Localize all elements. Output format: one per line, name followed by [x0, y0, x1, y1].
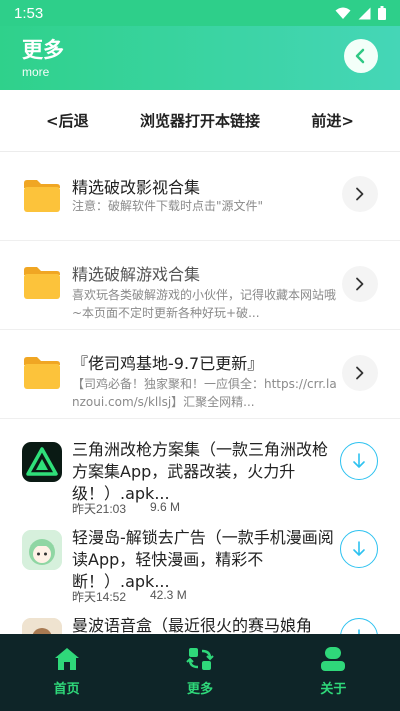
page-header: 更多 more [0, 26, 400, 90]
list-item[interactable]: 『佬司鸡基地-9.7已更新』 【司鸡必备！独家聚和！一应俱全：https://c… [0, 330, 400, 419]
file-item[interactable]: 曼波语音盒（最近很火的赛马娘角 [0, 614, 400, 634]
folder-icon [24, 357, 60, 389]
character-icon [22, 618, 62, 634]
chevron-right-icon [356, 277, 364, 291]
list-item-desc: 喜欢玩各类破解游戏的小伙伴，记得收藏本网站哦~本页面不定时更新各种好玩+破... [72, 288, 337, 320]
app-icon [22, 530, 62, 570]
back-button[interactable] [344, 39, 378, 73]
open-in-browser-button[interactable]: 浏览器打开本链接 [140, 110, 260, 131]
battery-icon [378, 6, 386, 20]
app-icon [22, 442, 62, 482]
list-item[interactable]: 精选破改影视合集 注意：破解软件下载时点击"源文件" [0, 152, 400, 241]
page-subtitle: more [22, 65, 50, 79]
nav-about-label: 关于 [320, 682, 347, 697]
file-name: 三角洲改枪方案集（一款三角洲改枪方案集App，武器改装，火力升级！）.apk..… [72, 440, 329, 503]
app-icon [22, 618, 62, 634]
file-time: 昨天21:03 [72, 502, 127, 516]
nav-home-label: 首页 [53, 682, 80, 697]
forward-link-button[interactable]: 前进> [311, 110, 354, 131]
nav-more-label: 更多 [186, 682, 213, 697]
home-icon [54, 648, 79, 670]
folder-icon [24, 180, 60, 212]
list-item-title: 精选破改影视合集 [72, 178, 201, 197]
file-item[interactable]: 轻漫岛-解锁去广告（一款手机漫画阅读App，轻快漫画，精彩不断！）.apk...… [0, 518, 400, 614]
list-item-desc: 【司鸡必备！独家聚和！一应俱全：https://crr.lanzoui.com/… [72, 377, 337, 409]
file-time: 昨天14:52 [72, 590, 127, 604]
anime-girl-icon [22, 530, 62, 570]
download-icon [353, 541, 365, 556]
status-icons [335, 6, 386, 20]
wifi-icon [335, 7, 351, 19]
chevron-right-icon [356, 366, 364, 380]
download-icon [353, 453, 365, 468]
nav-more[interactable]: 更多 [133, 634, 266, 711]
bottom-nav: 首页 更多 关于 [0, 634, 400, 711]
download-button[interactable] [340, 530, 378, 568]
open-link-button[interactable] [342, 176, 378, 212]
open-link-button[interactable] [342, 355, 378, 391]
file-name: 轻漫岛-解锁去广告（一款手机漫画阅读App，轻快漫画，精彩不断！）.apk... [72, 528, 334, 591]
status-time: 1:53 [14, 4, 44, 22]
file-name: 曼波语音盒（最近很火的赛马娘角 [72, 616, 313, 634]
download-button[interactable] [340, 442, 378, 480]
list-item-title: 『佬司鸡基地-9.7已更新』 [72, 354, 264, 373]
triangle-logo-icon [22, 442, 62, 482]
back-link-button[interactable]: <后退 [46, 110, 89, 131]
nav-home[interactable]: 首页 [0, 634, 133, 711]
list-item[interactable]: 精选破解游戏合集 喜欢玩各类破解游戏的小伙伴，记得收藏本网站哦~本页面不定时更新… [0, 241, 400, 330]
download-button[interactable] [340, 618, 378, 634]
open-link-button[interactable] [342, 266, 378, 302]
nav-about[interactable]: 关于 [267, 634, 400, 711]
file-size: 9.6 M [150, 500, 181, 514]
chevron-left-icon [355, 48, 365, 64]
file-size: 42.3 M [150, 588, 187, 602]
refresh-apps-icon [186, 648, 214, 670]
signal-icon [358, 7, 371, 19]
chevron-right-icon [356, 187, 364, 201]
page-title: 更多 [22, 38, 64, 62]
folder-icon [24, 267, 60, 299]
list-item-desc: 注意：破解软件下载时点击"源文件" [72, 199, 264, 213]
file-item[interactable]: 三角洲改枪方案集（一款三角洲改枪方案集App，武器改装，火力升级！）.apk..… [0, 420, 400, 518]
user-icon [321, 647, 346, 671]
browser-toolbar: <后退 浏览器打开本链接 前进> [0, 90, 400, 152]
list-item-title: 精选破解游戏合集 [72, 265, 201, 284]
status-bar: 1:53 [0, 0, 400, 26]
